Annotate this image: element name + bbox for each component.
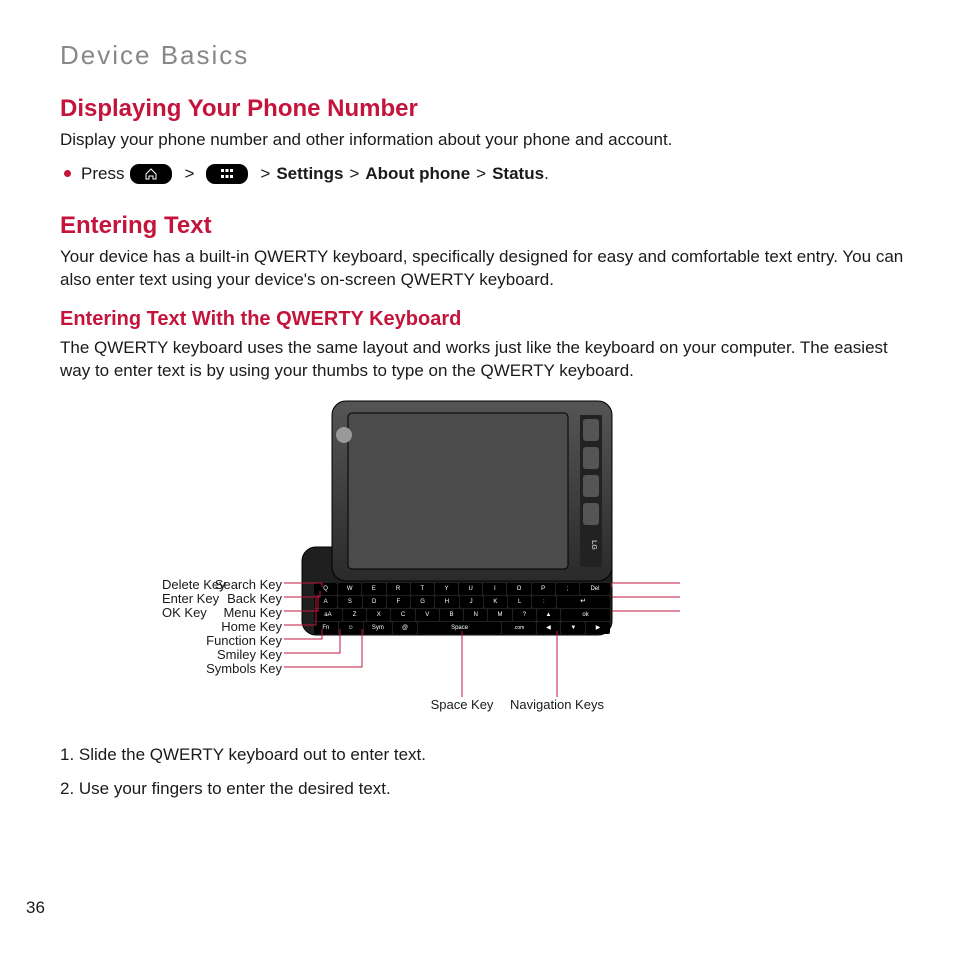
step-2: 2. Use your fingers to enter the desired…: [60, 779, 904, 799]
step-1: 1. Slide the QWERTY keyboard out to ente…: [60, 745, 904, 765]
path-settings: Settings: [276, 164, 343, 184]
page-header: Device Basics: [60, 40, 904, 71]
label-home-key: Home Key: [162, 619, 282, 634]
gt-4: >: [476, 164, 486, 184]
label-navigation-keys: Navigation Keys: [502, 697, 612, 712]
home-key-icon: [130, 164, 172, 184]
callout-lines: [162, 397, 802, 727]
section-displaying-number-title: Displaying Your Phone Number: [60, 95, 904, 123]
section-entering-text-title: Entering Text: [60, 212, 904, 240]
page-number: 36: [26, 898, 45, 918]
press-path-bullet: Press > > Settings > About phone > Statu…: [64, 164, 904, 184]
press-label: Press: [81, 164, 124, 184]
displaying-number-intro: Display your phone number and other info…: [60, 129, 904, 152]
label-enter-key: Enter Key: [162, 591, 282, 606]
bullet-icon: [64, 170, 71, 177]
gt-3: >: [349, 164, 359, 184]
entering-text-intro: Your device has a built-in QWERTY keyboa…: [60, 246, 904, 292]
subsection-qwerty-intro: The QWERTY keyboard uses the same layout…: [60, 337, 904, 383]
gt-2: >: [260, 164, 270, 184]
gt-1: >: [184, 164, 194, 184]
label-symbols-key: Symbols Key: [162, 661, 282, 676]
period: .: [544, 164, 549, 184]
path-about-phone: About phone: [365, 164, 470, 184]
label-function-key: Function Key: [162, 633, 282, 648]
keyboard-diagram: LG Q W E R T Y U I: [162, 397, 802, 727]
label-delete-key: Delete Key: [162, 577, 282, 592]
subsection-qwerty-title: Entering Text With the QWERTY Keyboard: [60, 308, 904, 331]
path-status: Status: [492, 164, 544, 184]
apps-key-icon: [206, 164, 248, 184]
label-ok-key: OK Key: [162, 605, 282, 620]
label-space-key: Space Key: [407, 697, 517, 712]
label-smiley-key: Smiley Key: [162, 647, 282, 662]
